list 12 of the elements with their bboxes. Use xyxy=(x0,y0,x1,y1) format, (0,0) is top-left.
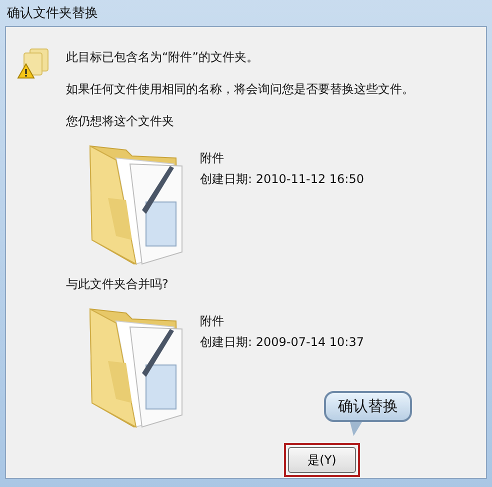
folders-warning-icon xyxy=(16,47,50,81)
yes-button[interactable]: 是(Y) xyxy=(288,447,356,473)
callout-bubble: 确认替换 xyxy=(324,391,412,422)
window-title: 确认文件夹替换 xyxy=(7,5,98,22)
detail-text: 如果任何文件使用相同的名称，将会询问您是否要替换这些文件。 xyxy=(66,81,414,98)
message-text: 此目标已包含名为“附件”的文件夹。 xyxy=(66,49,260,66)
creation-date: 创建日期: 2009-07-14 10:37 xyxy=(200,334,364,351)
folder-name: 附件 xyxy=(200,313,225,330)
folder-name: 附件 xyxy=(200,150,225,167)
merge-question: 与此文件夹合并吗? xyxy=(66,276,170,293)
question-text: 您仍想将这个文件夹 xyxy=(66,113,175,130)
creation-date: 创建日期: 2010-11-12 16:50 xyxy=(200,171,364,188)
